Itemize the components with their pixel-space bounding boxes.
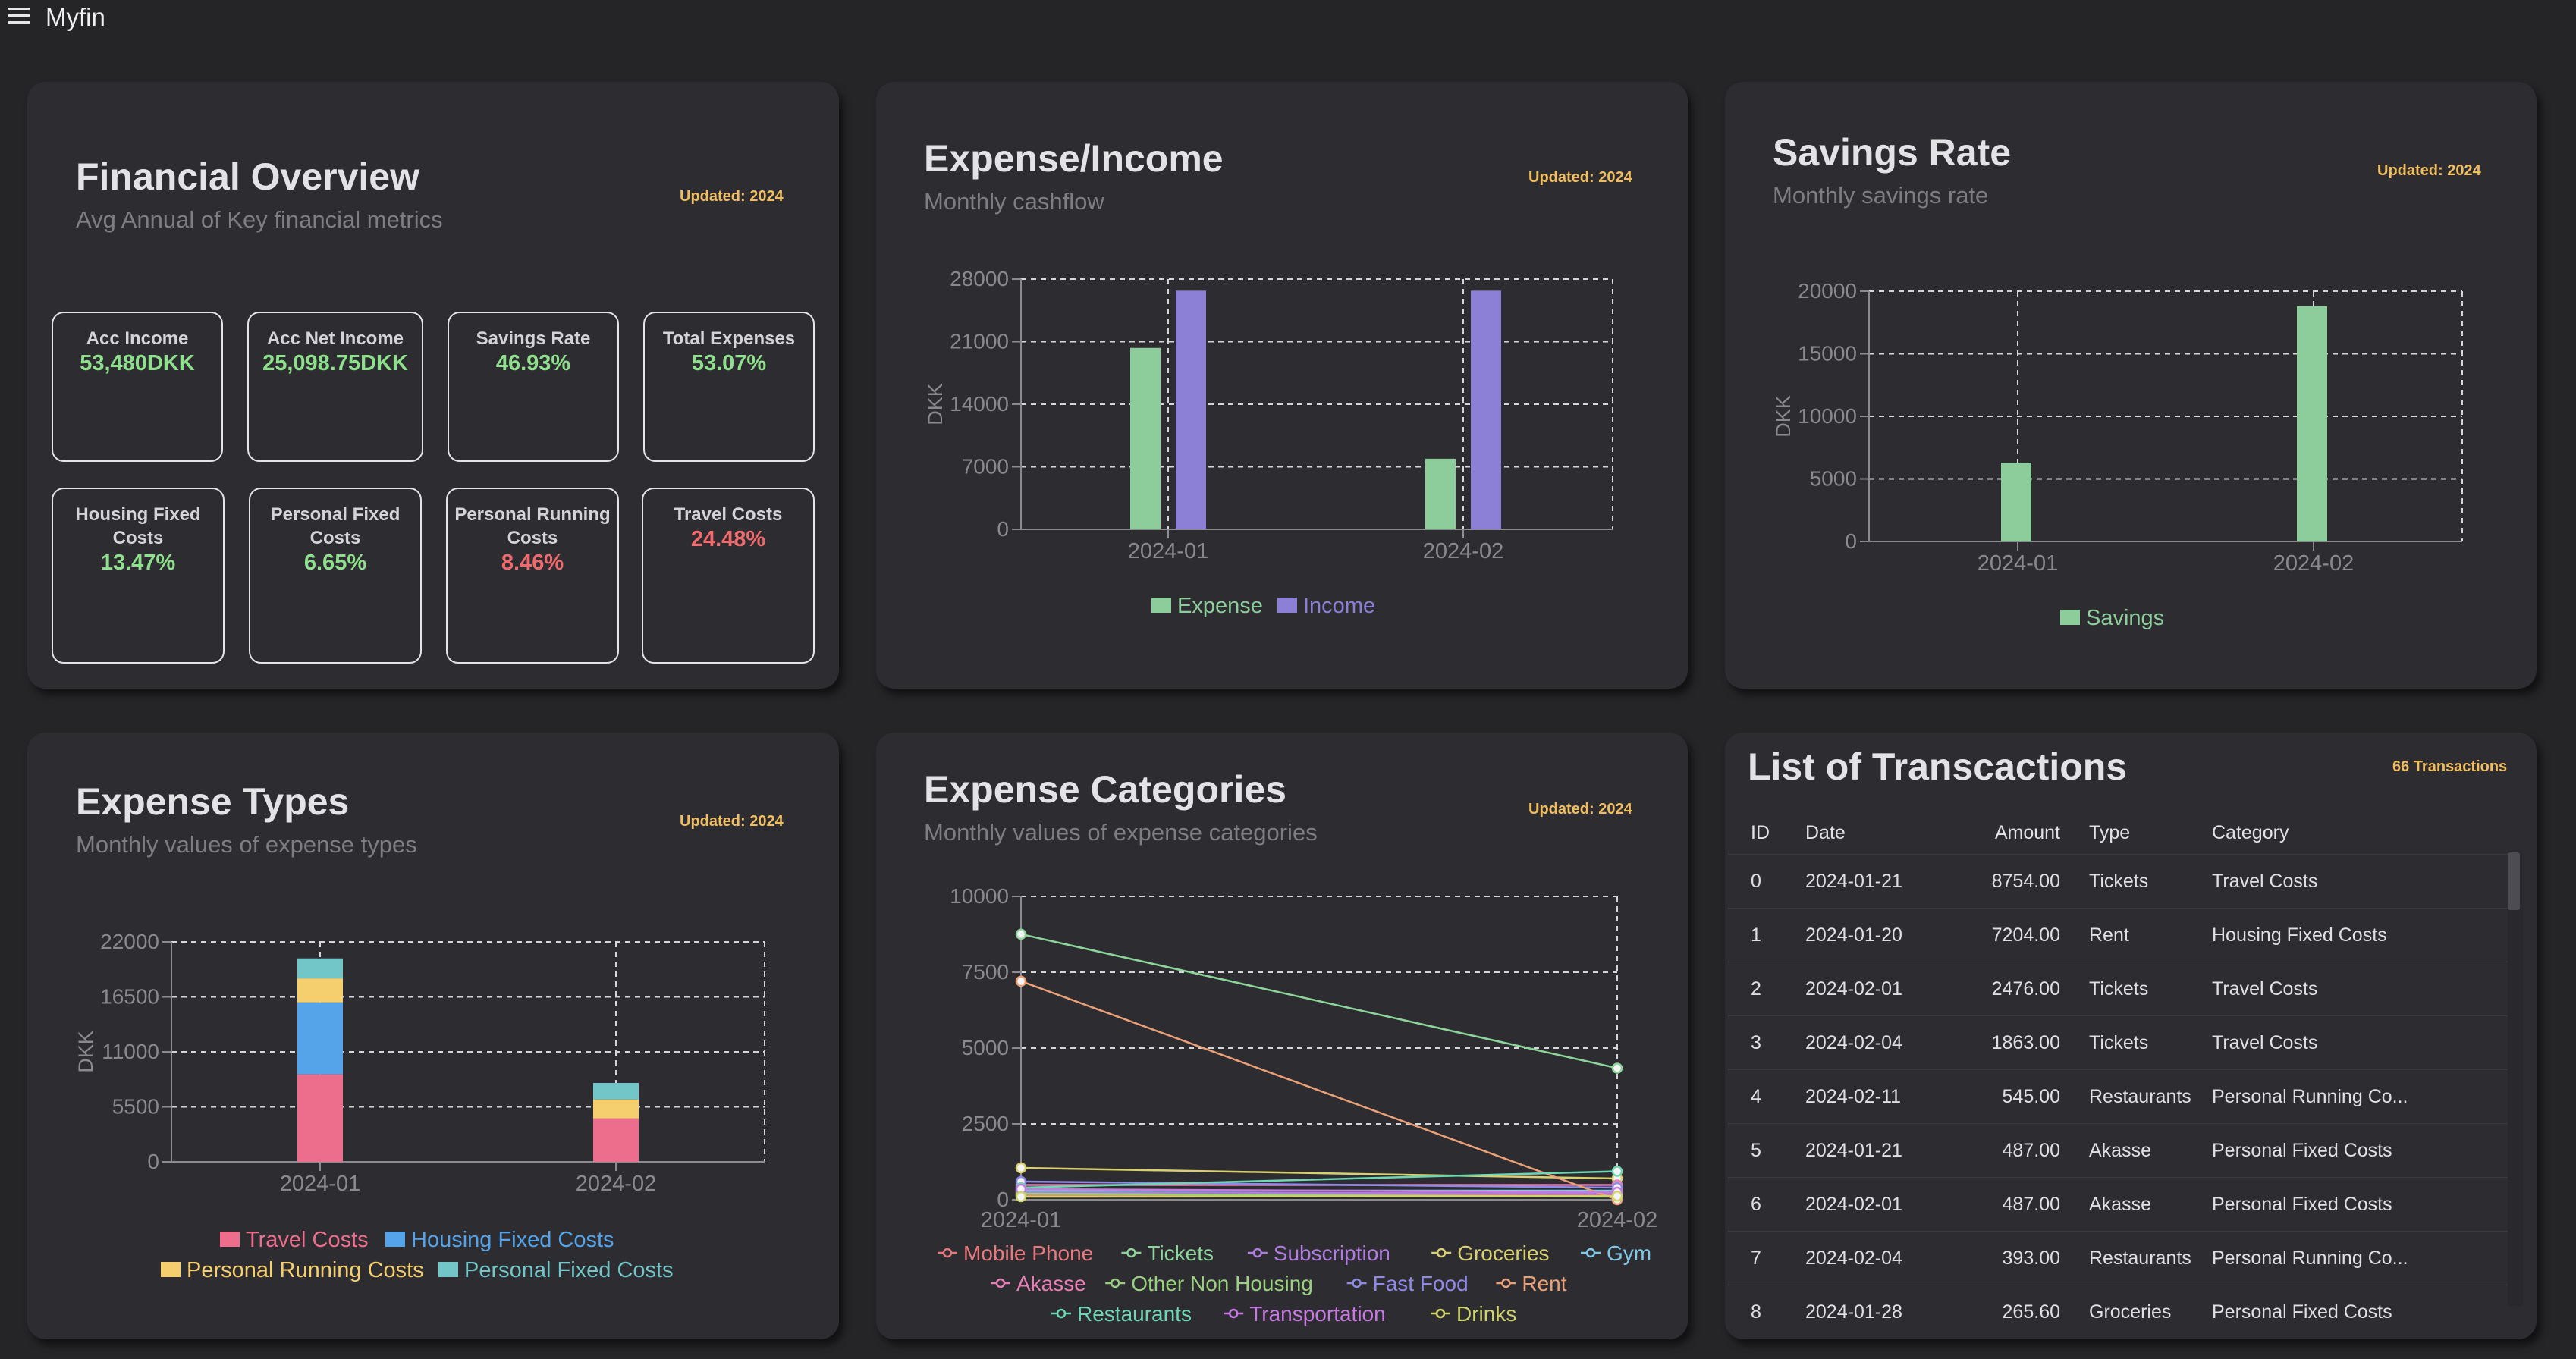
bar-segment [297, 958, 343, 979]
y-tick-label: 7000 [962, 455, 1009, 479]
legend-swatch [161, 1262, 181, 1277]
legend-marker [1056, 1308, 1067, 1319]
y-tick-label: 10000 [950, 884, 1009, 908]
legend-marker [1436, 1248, 1447, 1258]
x-tick-label: 2024-01 [1128, 539, 1208, 563]
bar-savings [2297, 306, 2327, 541]
legend-swatch [1151, 598, 1171, 613]
legend-label: Other Non Housing [1131, 1272, 1313, 1295]
y-tick-label: 5000 [962, 1036, 1009, 1059]
legend-label: Savings [2086, 606, 2164, 630]
bar-segment [297, 978, 343, 1003]
series-line [1020, 980, 1618, 1201]
bar-segment [593, 1099, 639, 1119]
legend-swatch [220, 1232, 240, 1247]
legend-label: Transportation [1249, 1302, 1386, 1326]
legend-marker [1110, 1278, 1120, 1288]
y-tick-label: 7500 [962, 960, 1009, 984]
y-tick-label: 0 [147, 1150, 159, 1173]
legend-swatch [1277, 598, 1297, 613]
legend-label: Personal Running Costs [187, 1258, 424, 1282]
data-point [1015, 1162, 1027, 1174]
y-tick-label: 2500 [962, 1112, 1009, 1135]
y-axis-label: DKK [924, 383, 947, 425]
y-tick-label: 20000 [1798, 279, 1857, 303]
y-tick-label: 11000 [102, 1040, 159, 1063]
legend-marker [995, 1278, 1006, 1288]
data-point [1015, 975, 1027, 987]
y-axis-label: DKK [74, 1031, 97, 1073]
bar-income [1471, 290, 1501, 529]
legend-marker [1501, 1278, 1511, 1288]
legend-label: Rent [1522, 1272, 1566, 1295]
data-point [1611, 1062, 1623, 1074]
x-tick-label: 2024-02 [576, 1172, 656, 1196]
y-tick-label: 28000 [950, 267, 1009, 290]
legend-label: Expense [1177, 594, 1263, 618]
legend-marker [942, 1248, 953, 1258]
series-line [1020, 1194, 1618, 1198]
legend-marker [1352, 1278, 1362, 1288]
legend-swatch [2060, 610, 2080, 625]
legend-label: Mobile Phone [963, 1241, 1093, 1265]
legend-label: Income [1303, 594, 1375, 618]
y-tick-label: 5500 [112, 1095, 159, 1119]
y-tick-label: 0 [1845, 529, 1857, 553]
data-point [1015, 1191, 1027, 1203]
bar-savings [2001, 463, 2031, 541]
legend-marker [1228, 1308, 1239, 1319]
y-tick-label: 14000 [950, 392, 1009, 416]
bar-segment [297, 1074, 343, 1162]
legend-label: Drinks [1456, 1302, 1516, 1326]
legend-label: Restaurants [1077, 1302, 1192, 1326]
y-axis-label: DKK [1772, 395, 1795, 438]
y-tick-label: 16500 [100, 985, 159, 1009]
legend-label: Personal Fixed Costs [464, 1258, 674, 1282]
legend-label: Housing Fixed Costs [411, 1228, 614, 1252]
legend-label: Groceries [1457, 1241, 1549, 1265]
data-point [1611, 1166, 1623, 1177]
bar-expense [1425, 458, 1456, 529]
x-tick-label: 2024-02 [1577, 1208, 1657, 1232]
y-tick-label: 5000 [1810, 467, 1857, 491]
legend-label: Tickets [1147, 1241, 1214, 1265]
y-tick-label: 22000 [100, 930, 159, 953]
legend-marker [1252, 1248, 1263, 1258]
bar-income [1176, 290, 1206, 529]
x-tick-label: 2024-02 [2273, 551, 2354, 576]
charts-layer: 28000 21000 14000 7000 0 DKK 2024-01 2024-02 Exp… [74, 267, 2463, 1326]
legend-label: Travel Costs [246, 1228, 369, 1252]
legend-label: Akasse [1016, 1272, 1086, 1295]
bar-segment [297, 1002, 343, 1075]
bar-expense [1130, 347, 1161, 529]
legend-swatch [385, 1232, 405, 1247]
x-tick-label: 2024-01 [280, 1172, 360, 1196]
data-point [1611, 1190, 1623, 1202]
legend-label: Fast Food [1373, 1272, 1469, 1295]
legend-marker [1435, 1308, 1446, 1319]
legend-label: Gym [1607, 1241, 1651, 1265]
bar-segment [593, 1118, 639, 1162]
y-tick-label: 15000 [1798, 342, 1857, 366]
y-tick-label: 10000 [1798, 404, 1857, 428]
legend-marker [1585, 1248, 1596, 1258]
y-tick-label: 0 [997, 517, 1009, 541]
y-tick-label: 21000 [950, 330, 1009, 353]
x-tick-label: 2024-01 [981, 1208, 1061, 1232]
bar-segment [593, 1082, 639, 1100]
legend-marker [1126, 1248, 1136, 1258]
legend-label: Subscription [1274, 1241, 1390, 1265]
data-point [1015, 928, 1027, 940]
x-tick-label: 2024-01 [1978, 551, 2058, 576]
legend-swatch [438, 1262, 458, 1277]
x-tick-label: 2024-02 [1423, 539, 1503, 563]
